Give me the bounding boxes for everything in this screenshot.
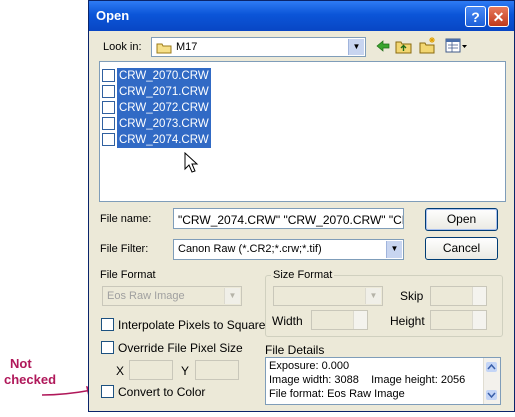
interpolate-label: Interpolate Pixels to Square bbox=[118, 318, 266, 332]
look-in-label: Look in: bbox=[103, 41, 142, 53]
file-name-label: CRW_2071.CRW bbox=[117, 84, 211, 100]
folder-icon bbox=[156, 43, 172, 54]
width-spinner[interactable] bbox=[353, 311, 367, 329]
size-format-dropdown[interactable]: ▼ bbox=[273, 286, 383, 306]
pixel-y-input[interactable] bbox=[195, 360, 239, 380]
height-input[interactable] bbox=[430, 310, 487, 330]
detail-line: File format: Eos Raw Image bbox=[269, 388, 405, 400]
file-format-label: File Format bbox=[100, 269, 156, 281]
size-format-label: Size Format bbox=[271, 269, 335, 281]
file-filter-dropdown[interactable]: Canon Raw (*.CR2;*.crw;*.tif) ▼ bbox=[173, 239, 404, 260]
open-dialog: Open ? ✕ Look in: M17 ▼ CRW_2070.CRW CRW… bbox=[88, 0, 515, 412]
file-filter-value: Canon Raw (*.CR2;*.crw;*.tif) bbox=[178, 243, 322, 255]
width-label: Width bbox=[272, 314, 303, 328]
scroll-up-icon[interactable] bbox=[486, 362, 497, 372]
file-name-label: CRW_2073.CRW bbox=[117, 116, 211, 132]
detail-line: Image width: 3088 Image height: 2056 bbox=[269, 374, 466, 386]
new-folder-icon[interactable] bbox=[419, 36, 437, 54]
file-name-input[interactable]: "CRW_2074.CRW" "CRW_2070.CRW" "CRW bbox=[173, 208, 404, 229]
file-format-value: Eos Raw Image bbox=[107, 290, 185, 302]
file-name-label: CRW_2070.CRW bbox=[117, 68, 211, 84]
skip-label: Skip bbox=[400, 289, 424, 303]
look-in-value: M17 bbox=[176, 41, 198, 53]
chevron-down-icon[interactable]: ▼ bbox=[348, 39, 364, 55]
open-button[interactable]: Open bbox=[425, 208, 498, 231]
pixel-x-input[interactable] bbox=[129, 360, 173, 380]
file-name-field-label: File name: bbox=[100, 213, 152, 225]
convert-to-color-checkbox[interactable] bbox=[101, 385, 114, 398]
width-input[interactable] bbox=[311, 310, 368, 330]
chevron-down-icon[interactable]: ▼ bbox=[224, 288, 240, 304]
file-icon bbox=[102, 69, 115, 82]
details-scrollbar[interactable] bbox=[483, 358, 500, 404]
close-button[interactable]: ✕ bbox=[488, 6, 509, 27]
file-icon bbox=[102, 101, 115, 114]
convert-to-color-label: Convert to Color bbox=[118, 385, 206, 399]
chevron-down-icon[interactable]: ▼ bbox=[365, 288, 381, 304]
file-format-dropdown[interactable]: Eos Raw Image ▼ bbox=[102, 286, 242, 306]
view-menu-icon[interactable] bbox=[445, 38, 469, 54]
skip-spinner[interactable] bbox=[472, 287, 486, 305]
height-label: Height bbox=[390, 314, 425, 328]
up-folder-icon[interactable] bbox=[395, 38, 413, 54]
file-icon bbox=[102, 117, 115, 130]
detail-line: Exposure: 0.000 bbox=[269, 360, 350, 372]
file-name-label: CRW_2072.CRW bbox=[117, 100, 211, 116]
file-details-box[interactable]: Exposure: 0.000 Image width: 3088 Image … bbox=[265, 357, 501, 405]
dialog-title: Open bbox=[96, 8, 130, 23]
file-icon bbox=[102, 133, 115, 146]
look-in-dropdown[interactable]: M17 ▼ bbox=[151, 37, 366, 57]
file-icon bbox=[102, 85, 115, 98]
y-label: Y bbox=[181, 364, 190, 378]
mouse-cursor-icon bbox=[184, 152, 199, 173]
file-details-label: File Details bbox=[265, 343, 325, 357]
chevron-down-icon[interactable]: ▼ bbox=[386, 241, 402, 258]
back-icon[interactable] bbox=[375, 39, 391, 53]
skip-input[interactable] bbox=[430, 286, 487, 306]
annotation-line-1: Not bbox=[10, 356, 32, 371]
cancel-button[interactable]: Cancel bbox=[425, 237, 498, 260]
file-filter-label: File Filter: bbox=[100, 243, 149, 255]
title-bar[interactable]: Open ? ✕ bbox=[89, 1, 514, 31]
interpolate-checkbox[interactable] bbox=[101, 318, 114, 331]
file-name-value: "CRW_2074.CRW" "CRW_2070.CRW" "CRW bbox=[178, 213, 404, 227]
file-name-label: CRW_2074.CRW bbox=[117, 132, 211, 148]
height-spinner[interactable] bbox=[472, 311, 486, 329]
override-pixel-size-label: Override File Pixel Size bbox=[118, 341, 243, 355]
scroll-down-icon[interactable] bbox=[486, 390, 497, 400]
override-pixel-size-checkbox[interactable] bbox=[101, 341, 114, 354]
x-label: X bbox=[116, 364, 125, 378]
help-button[interactable]: ? bbox=[465, 6, 486, 27]
file-list[interactable]: CRW_2070.CRW CRW_2071.CRW CRW_2072.CRW C… bbox=[99, 61, 506, 202]
